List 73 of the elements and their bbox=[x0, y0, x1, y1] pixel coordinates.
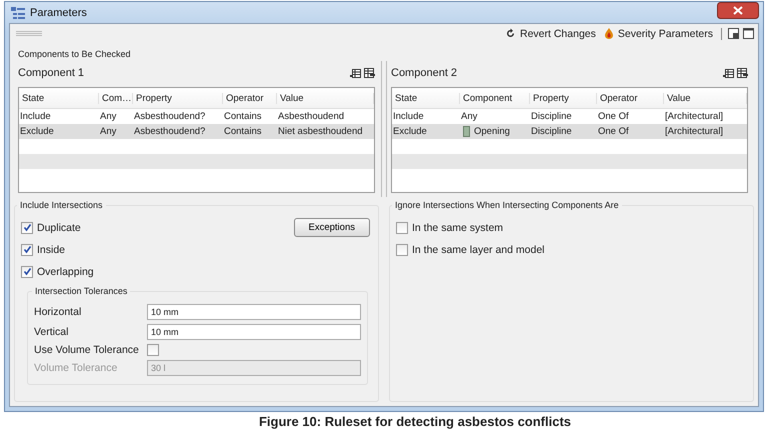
column-header[interactable]: State bbox=[19, 92, 99, 104]
table-row[interactable]: Exclude Any Asbesthoudend? Contains Niet asbesthoudend bbox=[19, 124, 374, 139]
column-header[interactable]: Com… bbox=[99, 92, 133, 104]
table-cell: Niet asbesthoudend bbox=[278, 126, 363, 137]
table-cell: Contains bbox=[224, 111, 262, 122]
checkbox[interactable] bbox=[396, 222, 408, 234]
checkbox[interactable] bbox=[147, 344, 159, 356]
checkbox-label: Overlapping bbox=[37, 266, 94, 278]
column-header[interactable]: Component bbox=[460, 92, 530, 104]
close-icon[interactable] bbox=[717, 2, 759, 19]
add-row-icon[interactable] bbox=[723, 68, 734, 78]
flame-icon bbox=[604, 28, 614, 39]
input-field[interactable]: 10 mm bbox=[147, 304, 361, 320]
remove-row-icon[interactable] bbox=[364, 68, 375, 78]
revert-icon bbox=[505, 28, 516, 39]
field-label: Volume Tolerance bbox=[34, 362, 118, 374]
group-title: Intersection Tolerances bbox=[32, 286, 130, 296]
input-field[interactable]: 10 mm bbox=[147, 324, 361, 340]
table-cell: Any bbox=[100, 111, 116, 122]
field-label: Use Volume Tolerance bbox=[34, 344, 140, 356]
table-cell: Asbesthoudend? bbox=[134, 111, 206, 122]
exceptions-button[interactable]: Exceptions bbox=[294, 218, 370, 237]
table-cell: One Of bbox=[598, 126, 629, 137]
column-header[interactable]: Value bbox=[664, 92, 747, 104]
table-cell: Include bbox=[393, 111, 424, 122]
restore-icon[interactable] bbox=[728, 28, 739, 39]
table-cell: Exclude bbox=[393, 126, 427, 137]
checkbox-label: Duplicate bbox=[37, 222, 81, 234]
maximize-icon[interactable] bbox=[743, 28, 754, 39]
column-header[interactable]: Property bbox=[530, 92, 597, 104]
figure-caption: Figure 10: Ruleset for detecting asbestos conflicts bbox=[258, 414, 572, 430]
table-row[interactable]: Include Any Asbesthoudend? Contains Asbesthoudend bbox=[19, 109, 374, 124]
checkbox[interactable] bbox=[21, 266, 33, 278]
severity-parameters-button[interactable]: Severity Parameters bbox=[602, 28, 715, 40]
checkbox[interactable] bbox=[21, 222, 33, 234]
column-header[interactable]: State bbox=[392, 92, 460, 104]
table-cell: [Architectural] bbox=[665, 126, 724, 137]
field-label: Vertical bbox=[34, 326, 70, 338]
table-cell: [Architectural] bbox=[665, 111, 724, 122]
column-header[interactable]: Value bbox=[277, 92, 374, 104]
table-cell: Asbesthoudend bbox=[278, 111, 344, 122]
tree-icon[interactable] bbox=[11, 6, 25, 18]
field-label: Horizontal bbox=[34, 306, 82, 318]
table-cell: Any bbox=[100, 126, 116, 137]
panel-title: Component 1 bbox=[18, 67, 84, 79]
remove-row-icon[interactable] bbox=[737, 68, 748, 78]
column-header[interactable]: Property bbox=[133, 92, 223, 104]
table-row[interactable]: Exclude Opening Discipline One Of [Architectural] bbox=[392, 124, 747, 139]
table-row[interactable]: Include Any Discipline One Of [Architectural] bbox=[392, 109, 747, 124]
table-cell: Discipline bbox=[531, 111, 572, 122]
panel-title: Component 2 bbox=[391, 67, 458, 79]
grip-icon[interactable] bbox=[16, 30, 42, 36]
table-cell: Asbesthoudend? bbox=[134, 126, 206, 137]
checkbox-label: In the same system bbox=[412, 222, 504, 234]
column-header[interactable]: Operator bbox=[597, 92, 664, 104]
table-cell: One Of bbox=[598, 111, 629, 122]
table-cell: Opening bbox=[474, 126, 510, 137]
group-title: Include Intersections bbox=[17, 200, 106, 210]
add-row-icon[interactable] bbox=[350, 68, 361, 78]
revert-changes-button[interactable]: Revert Changes bbox=[503, 28, 598, 40]
window-title: Parameters bbox=[30, 6, 87, 18]
table-cell: Include bbox=[20, 111, 51, 122]
checkbox-label: In the same layer and model bbox=[412, 244, 544, 256]
table-cell: Discipline bbox=[531, 126, 572, 137]
table-cell: Contains bbox=[224, 126, 262, 137]
checkbox[interactable] bbox=[21, 244, 33, 256]
checkbox-label: Inside bbox=[37, 244, 66, 256]
table-cell: Any bbox=[461, 111, 478, 122]
table-cell: Exclude bbox=[20, 126, 54, 137]
checkbox[interactable] bbox=[396, 244, 408, 256]
group-title: Ignore Intersections When Intersecting Components Are bbox=[392, 200, 622, 210]
section-title: Components to Be Checked bbox=[18, 49, 132, 59]
column-header[interactable]: Operator bbox=[223, 92, 277, 104]
